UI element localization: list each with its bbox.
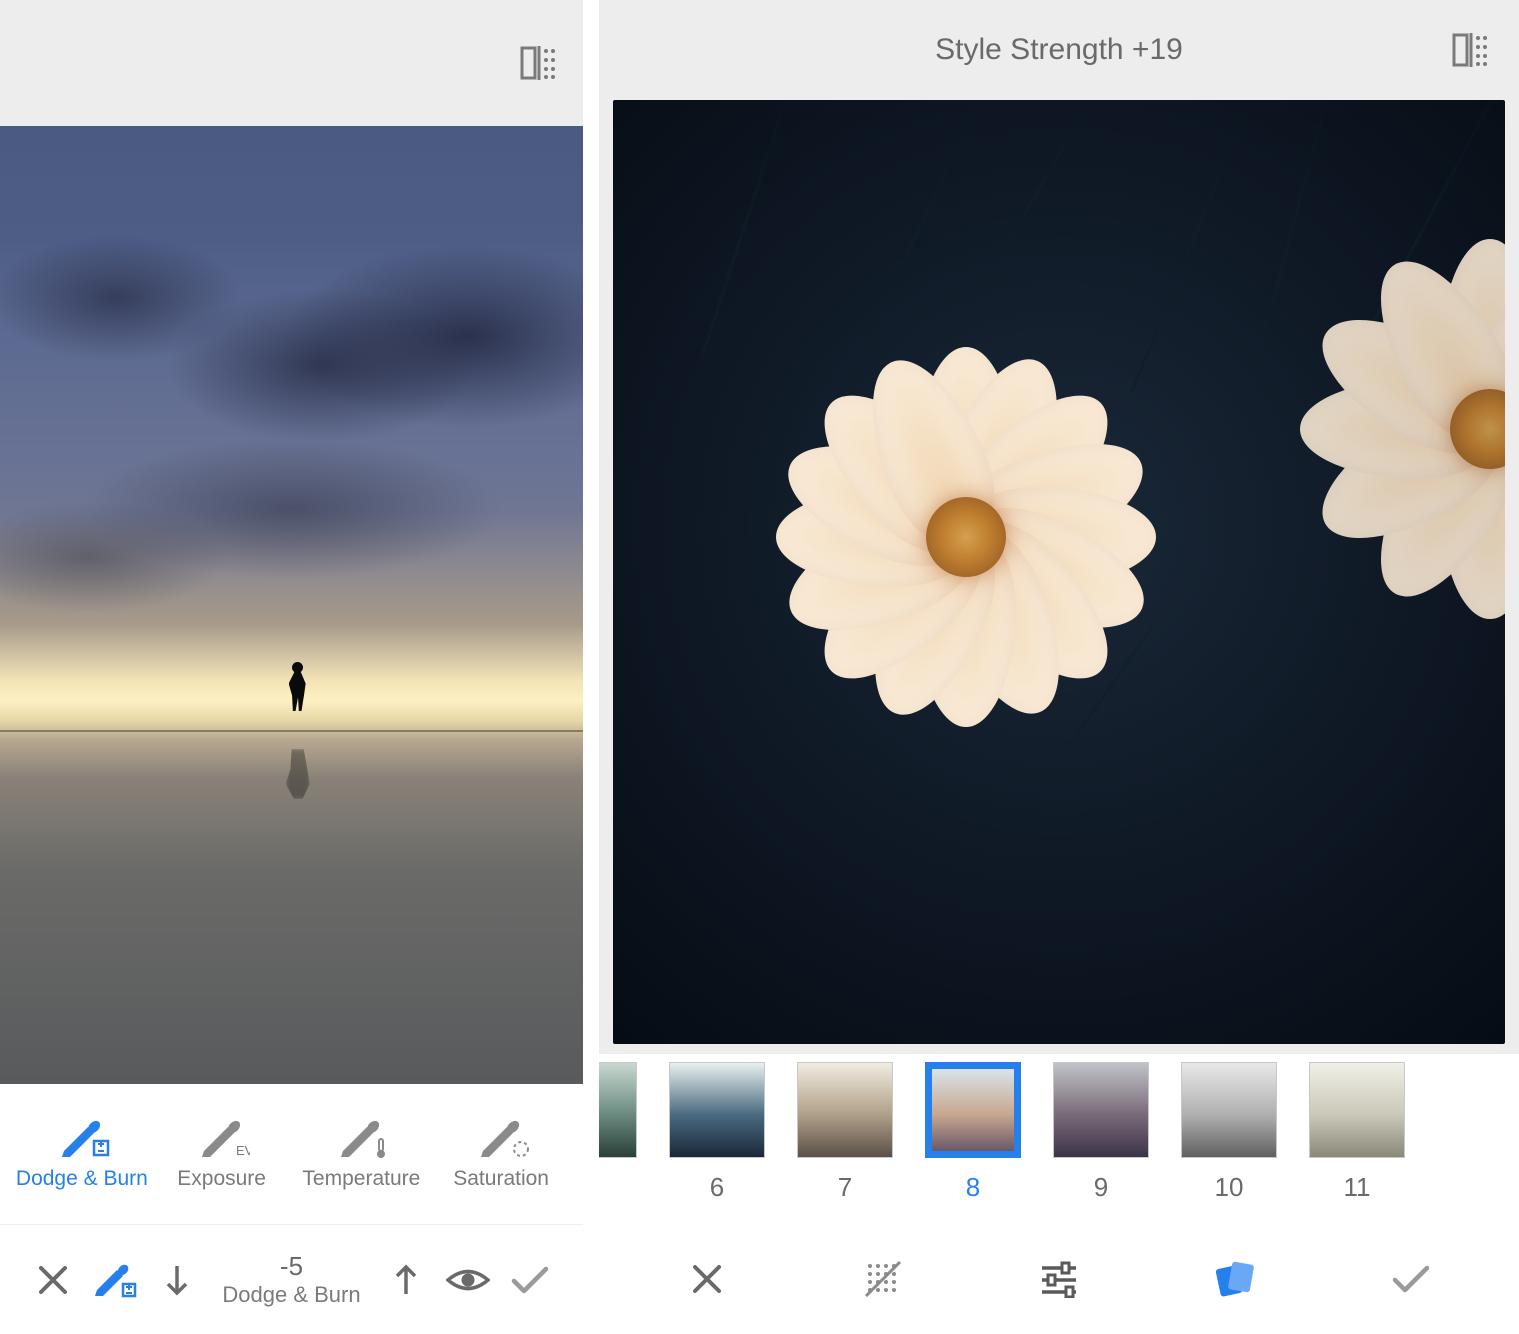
compare-icon	[1452, 33, 1490, 67]
photo-flower	[613, 100, 1505, 1044]
filter-thumb	[1053, 1062, 1149, 1158]
cancel-button[interactable]	[678, 1250, 736, 1308]
filter-item-7[interactable]: 7	[797, 1062, 893, 1203]
filter-thumb	[599, 1062, 637, 1158]
brush-tool-button[interactable]	[88, 1253, 142, 1307]
apply-button[interactable]	[503, 1253, 557, 1307]
brush-label: Temperature	[302, 1167, 420, 1191]
filter-label: 9	[1094, 1172, 1108, 1203]
close-icon	[689, 1261, 725, 1297]
arrow-down-icon	[164, 1262, 190, 1298]
brush-mode-temperature[interactable]: Temperature	[292, 1117, 432, 1191]
filter-thumb	[1181, 1062, 1277, 1158]
filter-thumb	[669, 1062, 765, 1158]
brush-saturation-icon	[477, 1117, 525, 1157]
mask-button[interactable]	[854, 1250, 912, 1308]
header-title: Style Strength +19	[935, 33, 1183, 67]
photo-canvas[interactable]	[0, 126, 583, 1084]
adjust-button[interactable]	[1030, 1250, 1088, 1308]
arrow-up-icon	[393, 1262, 419, 1298]
style-cards-icon	[1212, 1259, 1258, 1299]
brush-mode-saturation[interactable]: Saturation	[431, 1117, 571, 1191]
brush-mode-exposure[interactable]: EV Exposure	[152, 1117, 292, 1191]
brush-icon	[93, 1260, 137, 1300]
filter-item-6[interactable]: 6	[669, 1062, 765, 1203]
brush-label: Dodge & Burn	[16, 1167, 148, 1191]
visibility-button[interactable]	[441, 1253, 495, 1307]
photo-canvas[interactable]	[599, 100, 1519, 1054]
bottom-toolbar	[599, 1224, 1519, 1334]
filter-item-9[interactable]: 9	[1053, 1062, 1149, 1203]
eye-icon	[446, 1265, 490, 1295]
cancel-button[interactable]	[26, 1253, 80, 1307]
filter-thumb	[1309, 1062, 1405, 1158]
compare-icon	[520, 46, 558, 80]
filter-thumb	[925, 1062, 1021, 1158]
apply-button[interactable]	[1382, 1250, 1440, 1308]
filter-item-11[interactable]: 11	[1309, 1062, 1405, 1203]
filter-item-10[interactable]: 10	[1181, 1062, 1277, 1203]
filter-label: 7	[838, 1172, 852, 1203]
filter-label: 8	[966, 1172, 980, 1203]
sliders-icon	[1038, 1260, 1080, 1298]
photo-beach	[0, 126, 583, 1084]
filter-item-5[interactable]: 5	[599, 1062, 637, 1203]
filter-thumb	[797, 1062, 893, 1158]
bottom-toolbar: -5 Dodge & Burn	[0, 1224, 583, 1334]
check-icon	[1390, 1262, 1432, 1296]
check-icon	[510, 1264, 550, 1296]
stepper-label: Dodge & Burn	[222, 1282, 360, 1307]
compare-button[interactable]	[519, 43, 559, 83]
filter-label: 11	[1344, 1172, 1371, 1203]
header-bar	[0, 0, 583, 126]
header-bar: Style Strength +19	[599, 0, 1519, 100]
brush-exposure-icon: EV	[198, 1117, 246, 1157]
brush-temperature-icon	[337, 1117, 385, 1157]
mask-off-icon	[862, 1258, 904, 1300]
brush-dodge-burn-icon	[58, 1117, 106, 1157]
close-icon	[36, 1263, 70, 1297]
brush-mode-bar: Dodge & Burn EV Exposure Tem	[0, 1084, 583, 1224]
compare-button[interactable]	[1451, 30, 1491, 70]
brush-label: Exposure	[177, 1167, 266, 1191]
filter-item-8[interactable]: 8	[925, 1062, 1021, 1203]
brush-label: Saturation	[453, 1167, 549, 1191]
decrease-button[interactable]	[150, 1253, 204, 1307]
increase-button[interactable]	[379, 1253, 433, 1307]
value-stepper: -5 Dodge & Burn	[150, 1252, 432, 1307]
editor-screen-brush: Dodge & Burn EV Exposure Tem	[0, 0, 583, 1334]
stepper-value: -5	[280, 1252, 303, 1282]
filter-label: 10	[1215, 1172, 1244, 1203]
editor-screen-styles: Style Strength +19	[599, 0, 1519, 1334]
brush-mode-dodge-burn[interactable]: Dodge & Burn	[12, 1117, 152, 1191]
styles-button[interactable]	[1206, 1250, 1264, 1308]
svg-text:EV: EV	[236, 1143, 250, 1158]
filter-label: 6	[710, 1172, 724, 1203]
style-filter-strip[interactable]: 5 6 7 8 9 10 11	[599, 1054, 1519, 1224]
